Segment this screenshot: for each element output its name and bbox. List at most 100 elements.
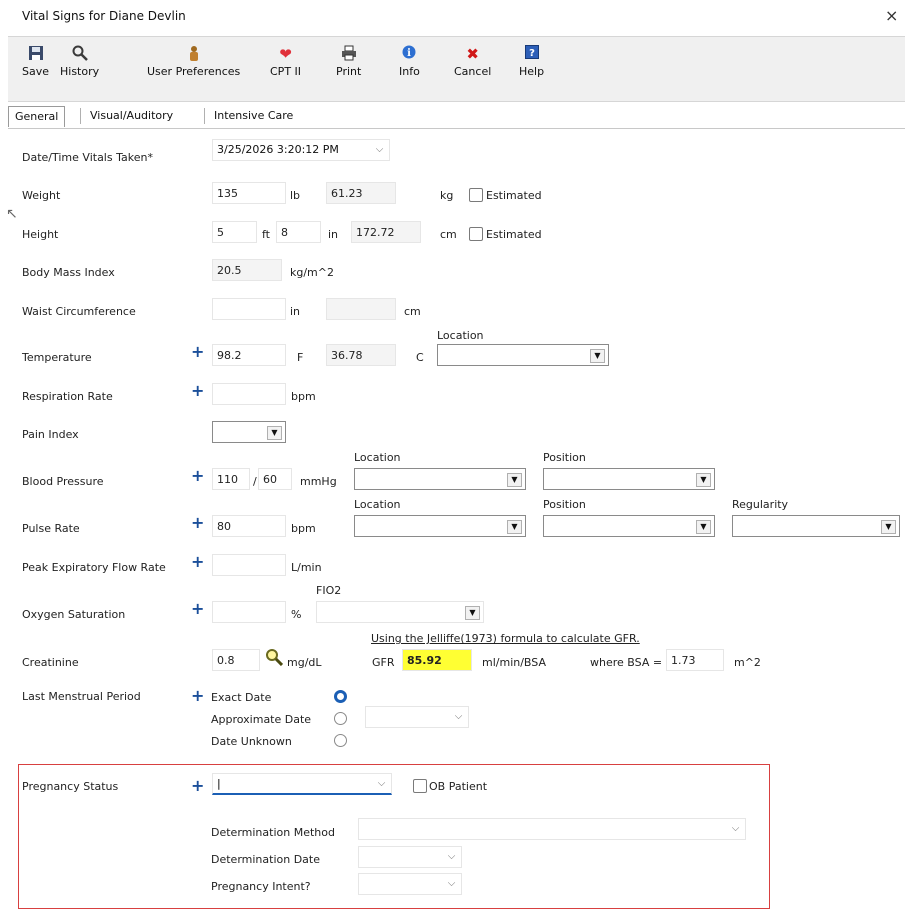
datetime-dropdown[interactable]: 3/25/2026 3:20:12 PM ⌵	[212, 139, 390, 161]
resp-bpm-unit: bpm	[291, 390, 316, 403]
gfr-value-field: 85.92	[402, 649, 472, 671]
pulse-add-icon[interactable]: +	[191, 515, 204, 531]
waist-in-unit: in	[290, 305, 301, 318]
lmin-unit: L/min	[291, 561, 322, 574]
dropdown-arrow-icon: ▼	[696, 520, 711, 534]
bmi-unit: kg/m^2	[290, 266, 334, 279]
cpt2-button[interactable]: ❤ CPT II	[270, 45, 301, 78]
pulse-regularity-header: Regularity	[732, 498, 789, 511]
pulse-input[interactable]: 80	[212, 515, 286, 537]
ob-patient-checkbox[interactable]	[413, 779, 427, 793]
floppy-disk-icon	[22, 45, 49, 63]
tab-general[interactable]: General	[8, 106, 66, 127]
tab-separator	[204, 108, 205, 124]
tab-intensive-care[interactable]: Intensive Care	[208, 106, 299, 126]
tab-bar: General Visual/Auditory Intensive Care	[8, 104, 905, 128]
mmhg-unit: mmHg	[300, 475, 337, 488]
date-unknown-radio[interactable]	[334, 734, 347, 747]
temperature-label: Temperature	[22, 351, 92, 364]
creatinine-search-icon[interactable]	[265, 648, 284, 669]
pain-label: Pain Index	[22, 428, 79, 441]
bsa-input[interactable]: 1.73	[666, 649, 724, 671]
temperature-add-icon[interactable]: +	[191, 344, 204, 360]
bp-position-dropdown[interactable]: ▼	[543, 468, 715, 490]
bp-location-dropdown[interactable]: ▼	[354, 468, 526, 490]
dropdown-arrow-icon: ▼	[696, 473, 711, 487]
determination-date-dropdown[interactable]: ⌵	[358, 846, 462, 868]
lmp-add-icon[interactable]: +	[191, 688, 204, 704]
pct-unit: %	[291, 608, 302, 621]
bp-slash: /	[253, 475, 257, 488]
approx-date-radio[interactable]	[334, 712, 347, 725]
chevron-down-icon: ⌵	[447, 878, 456, 889]
temp-location-dropdown[interactable]: ▼	[437, 344, 609, 366]
respiration-label: Respiration Rate	[22, 390, 113, 403]
height-ft-input[interactable]: 5	[212, 221, 257, 243]
help-button[interactable]: ? Help	[519, 45, 544, 78]
bp-position-header: Position	[543, 451, 586, 464]
magnifier-icon	[60, 45, 99, 63]
approx-date-dropdown[interactable]: ⌵	[365, 706, 469, 728]
kg-unit: kg	[440, 189, 454, 202]
height-in-input[interactable]: 8	[276, 221, 321, 243]
creatinine-input[interactable]: 0.8	[212, 649, 260, 671]
pain-dropdown[interactable]: ▼	[212, 421, 286, 443]
user-preferences-button[interactable]: User Preferences	[147, 45, 240, 78]
pregnancy-add-icon[interactable]: +	[191, 778, 204, 794]
fio2-dropdown[interactable]: ▼	[316, 601, 484, 623]
info-button[interactable]: i Info	[399, 45, 420, 78]
pulse-location-dropdown[interactable]: ▼	[354, 515, 526, 537]
printer-icon	[336, 45, 361, 63]
respiration-input[interactable]	[212, 383, 286, 405]
ft-unit: ft	[262, 228, 270, 241]
gfr-unit: ml/min/BSA	[482, 656, 546, 669]
temp-location-header: Location	[437, 329, 484, 342]
chevron-down-icon: ⌵	[447, 851, 456, 862]
height-cm-field: 172.72	[351, 221, 421, 243]
history-button[interactable]: History	[60, 45, 99, 78]
svg-text:i: i	[408, 48, 412, 59]
bp-add-icon[interactable]: +	[191, 468, 204, 484]
bp-systolic-input[interactable]: 110	[212, 468, 250, 490]
title-bar: Vital Signs for Diane Devlin ×	[0, 0, 905, 36]
ob-patient-label: OB Patient	[429, 780, 488, 793]
tab-separator	[80, 108, 81, 124]
weight-lb-input[interactable]: 135	[212, 182, 286, 204]
temp-f-input[interactable]: 98.2	[212, 344, 286, 366]
pulse-location-header: Location	[354, 498, 401, 511]
user-icon	[147, 45, 240, 63]
oxygen-add-icon[interactable]: +	[191, 601, 204, 617]
weight-estimated-checkbox[interactable]	[469, 188, 483, 202]
fio2-header: FIO2	[316, 584, 342, 597]
pulse-regularity-dropdown[interactable]: ▼	[732, 515, 900, 537]
save-button[interactable]: Save	[22, 45, 49, 78]
pulse-position-dropdown[interactable]: ▼	[543, 515, 715, 537]
waist-in-input[interactable]	[212, 298, 286, 320]
print-button[interactable]: Print	[336, 45, 361, 78]
temp-c-field: 36.78	[326, 344, 396, 366]
pregnancy-intent-dropdown[interactable]: ⌵	[358, 873, 462, 895]
pregnancy-status-dropdown[interactable]: | ⌵	[212, 773, 392, 795]
height-estimated-checkbox[interactable]	[469, 227, 483, 241]
cancel-button[interactable]: ✖ Cancel	[454, 45, 491, 78]
tab-visual-auditory[interactable]: Visual/Auditory	[84, 106, 179, 126]
close-icon[interactable]: ×	[885, 6, 898, 25]
dropdown-arrow-icon: ▼	[590, 349, 605, 363]
approx-date-label: Approximate Date	[211, 713, 312, 726]
pregnancy-status-label: Pregnancy Status	[22, 780, 119, 793]
waist-cm-unit: cm	[404, 305, 421, 318]
bp-location-header: Location	[354, 451, 401, 464]
dropdown-arrow-icon: ▼	[267, 426, 282, 440]
determination-method-dropdown[interactable]: ⌵	[358, 818, 746, 840]
waist-cm-field	[326, 298, 396, 320]
dropdown-arrow-icon: ▼	[881, 520, 896, 534]
peak-flow-input[interactable]	[212, 554, 286, 576]
lb-unit: lb	[290, 189, 301, 202]
peak-flow-add-icon[interactable]: +	[191, 554, 204, 570]
oxygen-input[interactable]	[212, 601, 286, 623]
respiration-add-icon[interactable]: +	[191, 383, 204, 399]
bsa-label: where BSA =	[590, 656, 663, 669]
datetime-label: Date/Time Vitals Taken*	[22, 151, 153, 164]
bp-diastolic-input[interactable]: 60	[258, 468, 292, 490]
exact-date-radio[interactable]	[334, 690, 347, 703]
